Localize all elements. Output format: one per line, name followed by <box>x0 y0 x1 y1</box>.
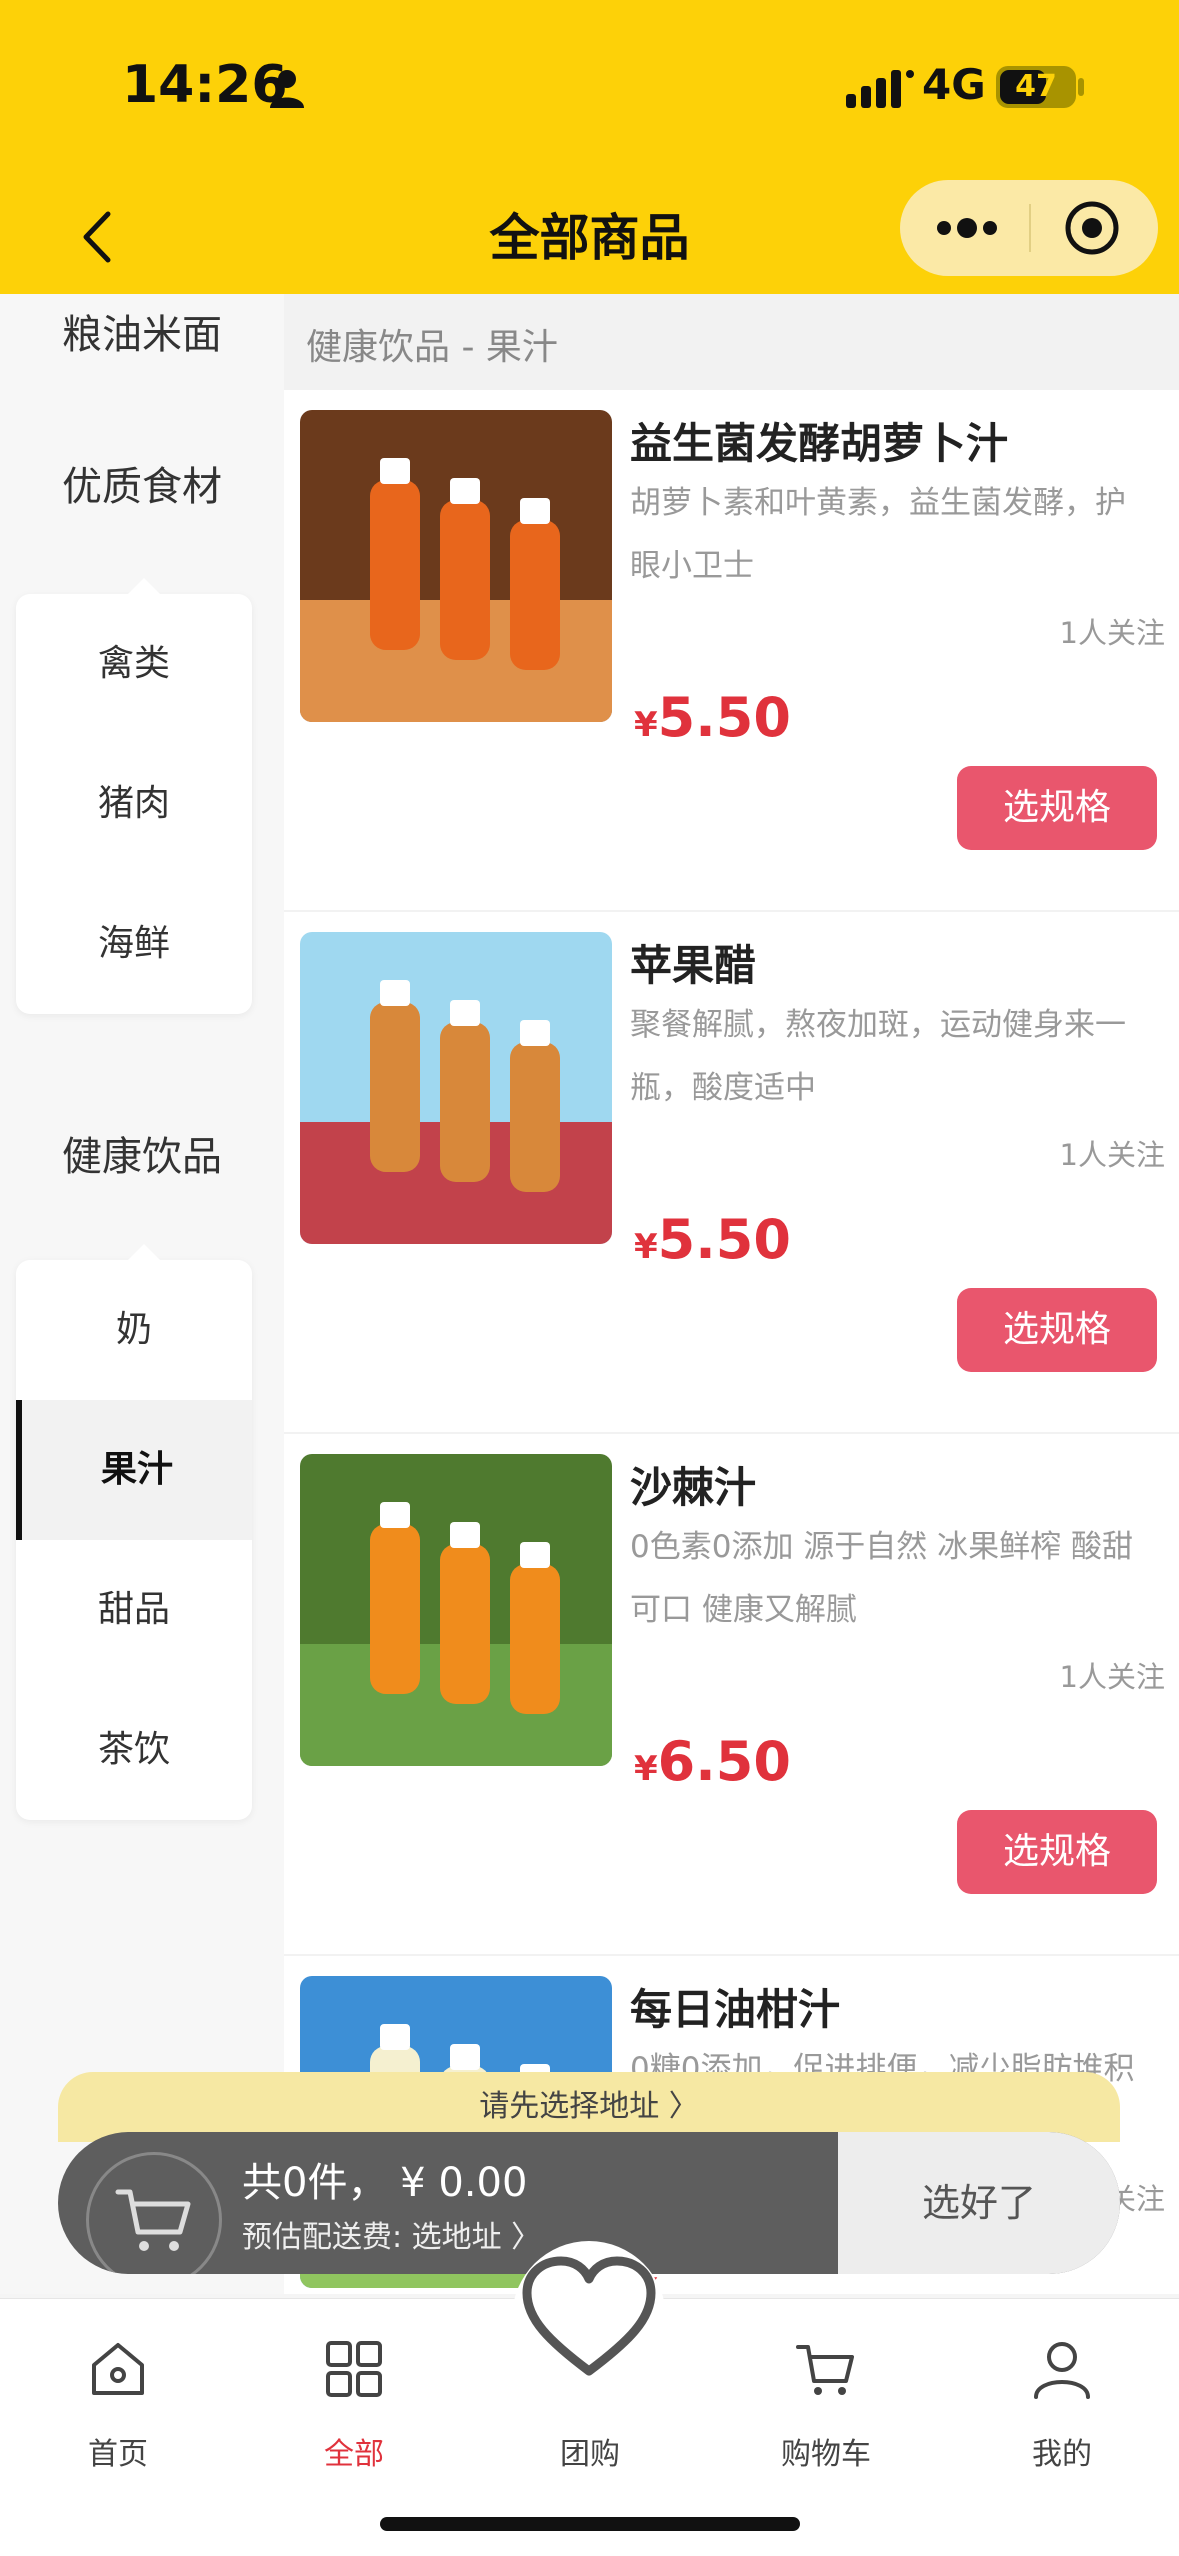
subcategory-item[interactable]: 茶饮 <box>16 1680 252 1820</box>
subcategory-card: 奶 果汁 甜品 茶饮 <box>16 1244 252 1820</box>
tab-label: 购物车 <box>781 2437 871 2472</box>
product-image[interactable] <box>300 410 612 722</box>
subcategory-card: 禽类 猪肉 海鲜 <box>16 578 252 1014</box>
nav-bar: 全部商品 <box>0 180 1179 294</box>
product-image[interactable] <box>300 932 612 1244</box>
product-followers: 1人关注 <box>1059 616 1165 650</box>
network-label: 4G <box>922 60 986 109</box>
currency-symbol: ¥ <box>634 1749 658 1789</box>
close-target-icon[interactable] <box>1052 198 1132 258</box>
select-spec-button[interactable]: 选规格 <box>957 1810 1157 1894</box>
product-card[interactable]: 益生菌发酵胡萝卜汁胡萝卜素和叶黄素，益生菌发酵，护眼小卫士 1人关注 ¥5.50 选规… <box>284 390 1179 912</box>
price-value: 6.50 <box>657 1730 791 1793</box>
subcategory-item-active[interactable]: 果汁 <box>16 1400 252 1540</box>
signal-icon <box>846 70 914 108</box>
product-name[interactable]: 苹果醋 <box>630 932 756 993</box>
tab-all[interactable]: 全部 <box>236 2299 472 2479</box>
checkout-button[interactable]: 选好了 <box>838 2132 1120 2274</box>
subcategory-item[interactable]: 海鲜 <box>16 874 252 1014</box>
subcategory-item[interactable]: 甜品 <box>16 1540 252 1680</box>
home-icon <box>92 2343 144 2395</box>
tab-mine[interactable]: 我的 <box>944 2299 1179 2479</box>
product-name[interactable]: 每日油柑汁 <box>630 1976 840 2037</box>
mini-program-capsule <box>900 180 1158 276</box>
status-time: 14:26 <box>122 55 288 115</box>
delivery-fee-link[interactable]: 预估配送费: 选地址 〉 <box>242 2212 541 2256</box>
category-item[interactable]: 优质食材 <box>0 454 284 512</box>
product-card[interactable]: 沙棘汁 0色素0添加 源于自然 冰果鲜榨 酸甜可口 健康又解腻 1人关注 ¥6.50 选… <box>284 1434 1179 1956</box>
product-description: 0色素0添加 源于自然 冰果鲜榨 酸甜可口 健康又解腻 <box>630 1529 1134 1628</box>
section-title: 健康饮品 - 果汁 <box>306 327 558 368</box>
product-followers: 1人关注 <box>1059 1138 1165 1172</box>
product-description: 胡萝卜素和叶黄素，益生菌发酵，护眼小卫士 <box>630 485 1126 584</box>
subcategory-item[interactable]: 奶 <box>16 1260 252 1400</box>
home-indicator <box>380 2517 800 2531</box>
product-price: ¥5.50 <box>634 686 791 749</box>
category-sidebar: 粮油米面 优质食材 禽类 猪肉 海鲜 健康饮品 奶 果汁 甜品 茶饮 <box>0 294 284 2294</box>
tab-cart[interactable]: 购物车 <box>708 2299 944 2479</box>
cart-icon[interactable] <box>112 2178 196 2262</box>
select-spec-button[interactable]: 选规格 <box>957 1288 1157 1372</box>
product-price: ¥5.50 <box>634 1208 791 1271</box>
category-item[interactable]: 粮油米面 <box>0 302 284 360</box>
tab-label: 全部 <box>324 2437 384 2472</box>
product-card[interactable]: 苹果醋聚餐解腻，熬夜加斑，运动健身来一瓶，酸度适中 1人关注 ¥5.50 选规格 <box>284 912 1179 1434</box>
tab-home[interactable]: 首页 <box>0 2299 236 2479</box>
product-name[interactable]: 沙棘汁 <box>630 1454 756 1515</box>
tab-bar: 首页 全部 团购 购物车 我的 <box>0 2241 1179 2556</box>
select-spec-button[interactable]: 选规格 <box>957 766 1157 850</box>
section-header: 健康饮品 - 果汁 <box>284 294 1179 390</box>
product-description: 聚餐解腻，熬夜加斑，运动健身来一瓶，酸度适中 <box>630 1007 1126 1106</box>
price-value: 5.50 <box>657 1208 791 1271</box>
battery-level: 47 <box>1015 69 1057 104</box>
cart-icon <box>796 2345 854 2395</box>
currency-symbol: ¥ <box>634 705 658 745</box>
tab-group-buy[interactable]: 团购 <box>472 2256 708 2479</box>
status-bar: 14:26 4G 47 <box>0 0 1179 180</box>
more-icon[interactable] <box>922 198 1012 258</box>
subcategory-item[interactable]: 禽类 <box>16 594 252 734</box>
person-icon <box>270 70 304 108</box>
product-price: ¥6.50 <box>634 1730 791 1793</box>
product-name[interactable]: 益生菌发酵胡萝卜汁 <box>630 410 1008 471</box>
category-item[interactable]: 健康饮品 <box>0 1124 284 1182</box>
tab-label: 我的 <box>1032 2437 1092 2472</box>
subcategory-item[interactable]: 猪肉 <box>16 734 252 874</box>
heart-icon <box>522 2256 656 2376</box>
currency-symbol: ¥ <box>634 1227 658 1267</box>
tab-label: 团购 <box>560 2437 620 2472</box>
tab-label: 首页 <box>88 2437 148 2472</box>
product-image[interactable] <box>300 1454 612 1766</box>
grid-icon <box>326 2341 382 2397</box>
user-icon <box>1034 2342 1090 2399</box>
product-list: 健康饮品 - 果汁 益生菌发酵胡萝卜汁胡萝卜素和叶黄素，益生菌发酵，护眼小卫士 1… <box>284 294 1179 2478</box>
header: 14:26 4G 47 全部商品 <box>0 0 1179 294</box>
price-value: 5.50 <box>657 686 791 749</box>
battery-icon: 47 <box>996 66 1076 108</box>
product-followers: 1人关注 <box>1059 1660 1165 1694</box>
cart-total: 共0件， ¥ 0.00 <box>242 2160 528 2206</box>
